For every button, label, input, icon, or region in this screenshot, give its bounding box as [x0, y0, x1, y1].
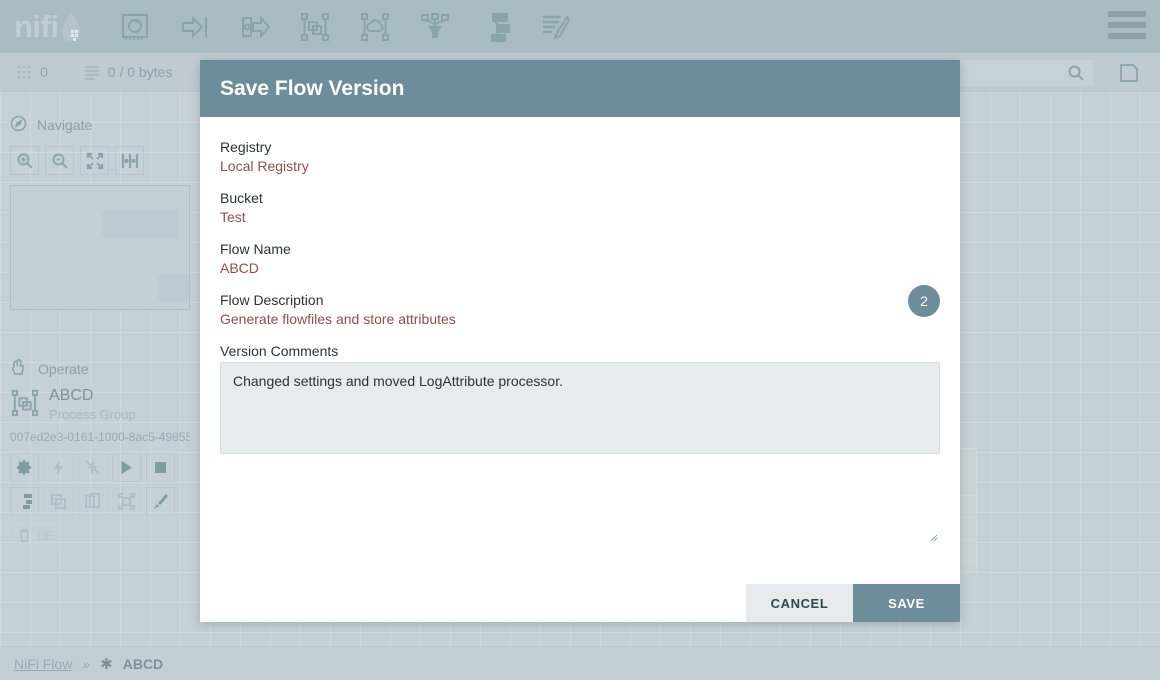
bucket-value: Test [220, 209, 940, 225]
version-comments-field: Version Comments [220, 343, 940, 459]
dialog-footer: CANCEL SAVE [200, 584, 960, 622]
bucket-field: Bucket Test [220, 190, 940, 225]
resize-grip-icon[interactable] [928, 529, 938, 539]
flow-name-value: ABCD [220, 260, 940, 276]
registry-field: Registry Local Registry [220, 139, 940, 174]
version-badge: 2 [908, 285, 940, 317]
cancel-button[interactable]: CANCEL [746, 584, 853, 622]
version-comments-input[interactable] [220, 362, 940, 454]
flow-name-label: Flow Name [220, 241, 940, 257]
dialog-title: Save Flow Version [220, 77, 404, 101]
flow-description-field: Flow Description Generate flowfiles and … [220, 292, 940, 327]
flow-description-value: Generate flowfiles and store attributes [220, 311, 940, 327]
dialog-header: Save Flow Version [200, 60, 960, 117]
nifi-application: nifi [0, 0, 1160, 680]
flow-description-label: Flow Description [220, 292, 940, 308]
registry-label: Registry [220, 139, 940, 155]
dialog-body: Registry Local Registry Bucket Test Flow… [200, 117, 960, 584]
save-button[interactable]: SAVE [853, 584, 960, 622]
version-comments-label: Version Comments [220, 343, 940, 359]
flow-name-field: Flow Name ABCD [220, 241, 940, 276]
save-flow-version-dialog: Save Flow Version Registry Local Registr… [200, 60, 960, 622]
bucket-label: Bucket [220, 190, 940, 206]
registry-value: Local Registry [220, 158, 940, 174]
